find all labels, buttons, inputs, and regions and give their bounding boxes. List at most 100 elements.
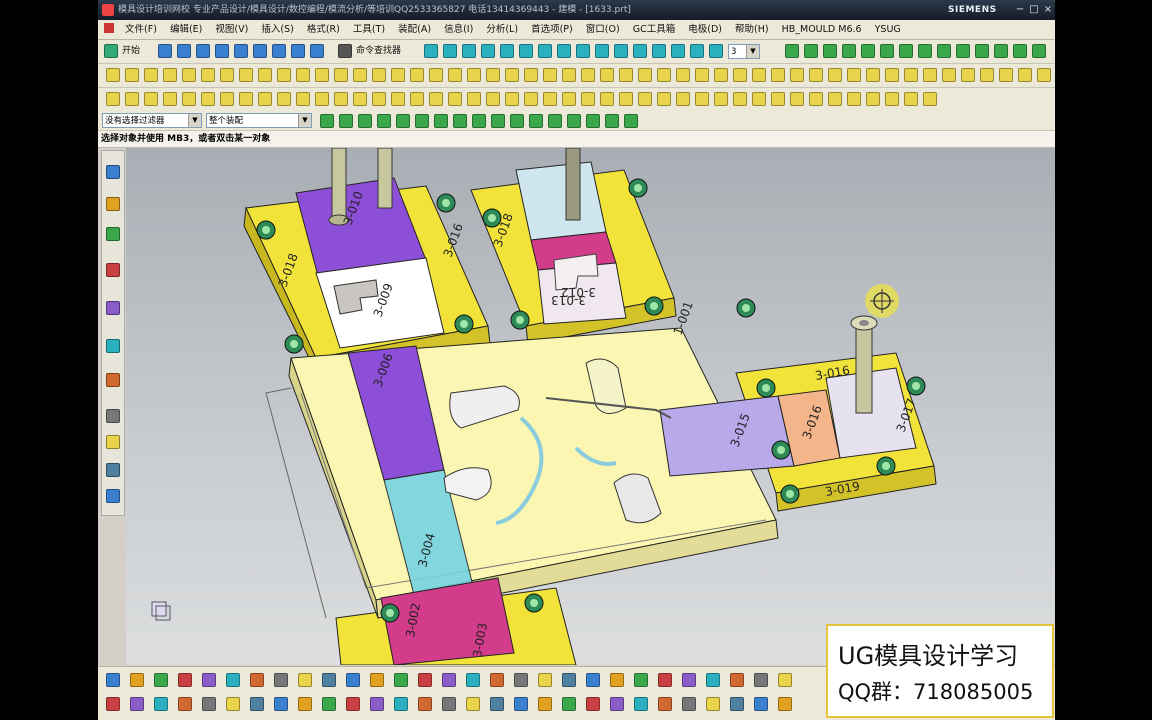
toolbar-tool-icon[interactable] bbox=[353, 92, 367, 106]
toolbar-tool-icon[interactable] bbox=[296, 92, 310, 106]
toolbar-tool-icon[interactable] bbox=[866, 92, 880, 106]
toolbar-tool-icon[interactable] bbox=[961, 68, 975, 82]
toolbar-tool-icon[interactable] bbox=[372, 92, 386, 106]
toolbar-tool-icon[interactable] bbox=[481, 44, 495, 58]
menu-edit[interactable]: 编辑(E) bbox=[165, 20, 207, 39]
toolbar-tool-icon[interactable] bbox=[658, 697, 672, 711]
toolbar-tool-icon[interactable] bbox=[486, 68, 500, 82]
toolbar-tool-icon[interactable] bbox=[429, 92, 443, 106]
toolbar-tool-icon[interactable] bbox=[125, 92, 139, 106]
toolbar-tool-icon[interactable] bbox=[486, 92, 500, 106]
graphics-viewport[interactable]: 3-010 3-009 3-018 3-016 3-018 3-013 3-012 3-006… bbox=[126, 148, 1055, 665]
toolbar-tool-icon[interactable] bbox=[163, 92, 177, 106]
toolbar-tool-icon[interactable] bbox=[790, 68, 804, 82]
toolbar-tool-icon[interactable] bbox=[500, 44, 514, 58]
toolbar-tool-icon[interactable] bbox=[466, 697, 480, 711]
toolbar-tool-icon[interactable] bbox=[424, 44, 438, 58]
toolbar-tool-icon[interactable] bbox=[999, 68, 1013, 82]
toolbar-tool-icon[interactable] bbox=[514, 673, 528, 687]
toolbar-tool-icon[interactable] bbox=[358, 114, 372, 128]
toolbar-tool-icon[interactable] bbox=[253, 44, 267, 58]
toolbar-tool-icon[interactable] bbox=[130, 697, 144, 711]
toolbar-tool-icon[interactable] bbox=[442, 697, 456, 711]
toolbar-tool-icon[interactable] bbox=[130, 673, 144, 687]
toolbar-tool-icon[interactable] bbox=[277, 92, 291, 106]
toolbar-tool-icon[interactable] bbox=[980, 68, 994, 82]
toolbar-tool-icon[interactable] bbox=[490, 697, 504, 711]
toolbar-tool-icon[interactable] bbox=[904, 92, 918, 106]
toolbar-tool-icon[interactable] bbox=[410, 68, 424, 82]
toolbar-tool-icon[interactable] bbox=[524, 68, 538, 82]
resource-tab-icon[interactable] bbox=[106, 435, 120, 449]
toolbar-tool-icon[interactable] bbox=[106, 92, 120, 106]
toolbar-tool-icon[interactable] bbox=[394, 697, 408, 711]
toolbar-tool-icon[interactable] bbox=[239, 92, 253, 106]
toolbar-tool-icon[interactable] bbox=[443, 44, 457, 58]
toolbar-tool-icon[interactable] bbox=[346, 673, 360, 687]
toolbar-tool-icon[interactable] bbox=[695, 92, 709, 106]
toolbar-tool-icon[interactable] bbox=[695, 68, 709, 82]
toolbar-tool-icon[interactable] bbox=[310, 44, 324, 58]
toolbar-tool-icon[interactable] bbox=[638, 68, 652, 82]
toolbar-tool-icon[interactable] bbox=[410, 92, 424, 106]
toolbar-tool-icon[interactable] bbox=[633, 44, 647, 58]
toolbar-tool-icon[interactable] bbox=[466, 673, 480, 687]
toolbar-tool-icon[interactable] bbox=[453, 114, 467, 128]
toolbar-tool-icon[interactable] bbox=[505, 68, 519, 82]
toolbar-tool-icon[interactable] bbox=[634, 697, 648, 711]
toolbar-tool-icon[interactable] bbox=[448, 68, 462, 82]
toolbar-tool-icon[interactable] bbox=[754, 697, 768, 711]
toolbar-tool-icon[interactable] bbox=[619, 68, 633, 82]
toolbar-tool-icon[interactable] bbox=[658, 673, 672, 687]
toolbar-tool-icon[interactable] bbox=[202, 673, 216, 687]
toolbar-tool-icon[interactable] bbox=[861, 44, 875, 58]
toolbar-tool-icon[interactable] bbox=[899, 44, 913, 58]
resource-tab-icon[interactable] bbox=[106, 489, 120, 503]
toolbar-tool-icon[interactable] bbox=[163, 68, 177, 82]
toolbar-tool-icon[interactable] bbox=[828, 68, 842, 82]
toolbar-tool-icon[interactable] bbox=[220, 68, 234, 82]
toolbar-tool-icon[interactable] bbox=[154, 673, 168, 687]
menu-information[interactable]: 信息(I) bbox=[439, 20, 478, 39]
toolbar-tool-icon[interactable] bbox=[106, 68, 120, 82]
toolbar-tool-icon[interactable] bbox=[339, 114, 353, 128]
toolbar-tool-icon[interactable] bbox=[182, 92, 196, 106]
start-icon[interactable] bbox=[104, 44, 118, 58]
selection-filter-select[interactable]: 没有选择过滤器 ▼ bbox=[102, 113, 202, 128]
toolbar-tool-icon[interactable] bbox=[442, 673, 456, 687]
toolbar-tool-icon[interactable] bbox=[823, 44, 837, 58]
toolbar-tool-icon[interactable] bbox=[730, 673, 744, 687]
resource-tab-icon[interactable] bbox=[106, 227, 120, 241]
toolbar-tool-icon[interactable] bbox=[682, 673, 696, 687]
menu-gc-toolkit[interactable]: GC工具箱 bbox=[628, 20, 681, 39]
toolbar-tool-icon[interactable] bbox=[733, 68, 747, 82]
toolbar-tool-icon[interactable] bbox=[272, 44, 286, 58]
toolbar-tool-icon[interactable] bbox=[676, 92, 690, 106]
toolbar-tool-icon[interactable] bbox=[529, 114, 543, 128]
toolbar-tool-icon[interactable] bbox=[690, 44, 704, 58]
toolbar-tool-icon[interactable] bbox=[586, 673, 600, 687]
toolbar-tool-icon[interactable] bbox=[543, 92, 557, 106]
toolbar-tool-icon[interactable] bbox=[391, 68, 405, 82]
toolbar-tool-icon[interactable] bbox=[346, 697, 360, 711]
toolbar-tool-icon[interactable] bbox=[274, 697, 288, 711]
toolbar-tool-icon[interactable] bbox=[880, 44, 894, 58]
toolbar-tool-icon[interactable] bbox=[510, 114, 524, 128]
toolbar-tool-icon[interactable] bbox=[226, 673, 240, 687]
toolbar-tool-icon[interactable] bbox=[771, 68, 785, 82]
toolbar-tool-icon[interactable] bbox=[733, 92, 747, 106]
toolbar-tool-icon[interactable] bbox=[448, 92, 462, 106]
toolbar-tool-icon[interactable] bbox=[752, 92, 766, 106]
layer-select[interactable]: 3 ▼ bbox=[728, 44, 760, 59]
toolbar-tool-icon[interactable] bbox=[937, 44, 951, 58]
toolbar-tool-icon[interactable] bbox=[462, 44, 476, 58]
toolbar-tool-icon[interactable] bbox=[296, 68, 310, 82]
toolbar-tool-icon[interactable] bbox=[610, 673, 624, 687]
toolbar-tool-icon[interactable] bbox=[610, 697, 624, 711]
resource-tab-icon[interactable] bbox=[106, 263, 120, 277]
toolbar-tool-icon[interactable] bbox=[396, 114, 410, 128]
toolbar-tool-icon[interactable] bbox=[619, 92, 633, 106]
toolbar-tool-icon[interactable] bbox=[828, 92, 842, 106]
toolbar-tool-icon[interactable] bbox=[576, 44, 590, 58]
toolbar-tool-icon[interactable] bbox=[918, 44, 932, 58]
